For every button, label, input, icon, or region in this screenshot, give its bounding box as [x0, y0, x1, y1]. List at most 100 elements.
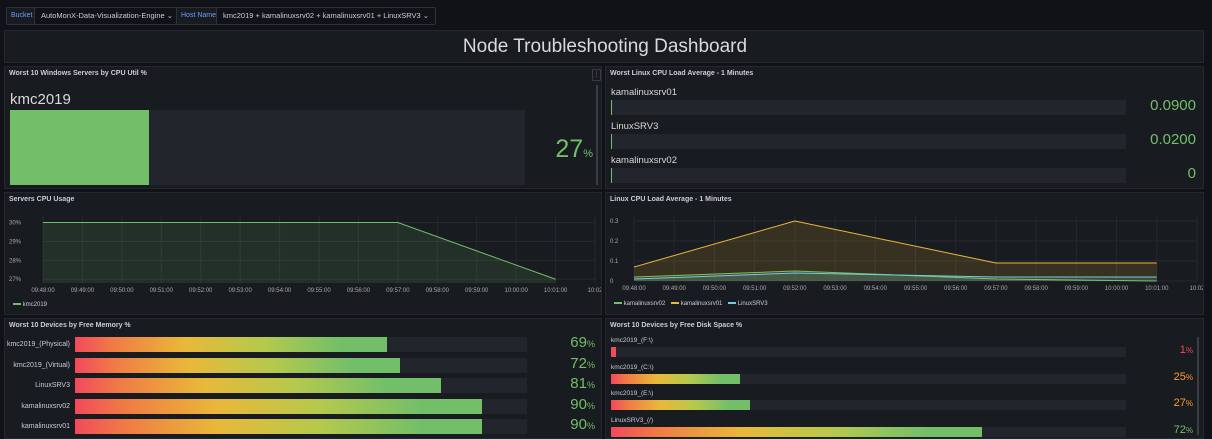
- disk-bar-track: [611, 426, 1126, 437]
- chevron-down-icon: ⌄: [422, 11, 430, 20]
- legend-label: LinuxSRV3: [737, 301, 768, 307]
- x-tick-label: 09:49:00: [71, 288, 95, 294]
- load-value: 0.0200: [1150, 131, 1196, 148]
- disk-bar-track: [611, 400, 1126, 410]
- legend-label: kamalinuxsrv02: [623, 301, 666, 307]
- legend-swatch: [671, 302, 680, 305]
- x-tick-label: 09:48:00: [622, 286, 646, 292]
- memory-unit: %: [586, 339, 595, 349]
- memory-bar-track: [75, 357, 527, 373]
- memory-bar-fill: [75, 419, 482, 434]
- legend-swatch: [614, 302, 622, 305]
- memory-number: 90: [570, 416, 587, 433]
- x-tick-label: 09:57:00: [984, 286, 1008, 292]
- scrollbar[interactable]: [596, 85, 598, 185]
- load-bar-fill: [611, 100, 612, 115]
- load-bar-track: [611, 168, 1126, 183]
- memory-bar-track: [75, 419, 527, 434]
- bucket-label: Bucket: [6, 7, 38, 25]
- x-tick-label: 10:02: [1189, 286, 1204, 292]
- free-disk-panel[interactable]: Worst 10 Devices by Free Disk Space % km…: [605, 318, 1204, 439]
- memory-value: 90%: [530, 396, 595, 413]
- x-tick-label: 10:00:00: [1105, 286, 1129, 292]
- memory-bar-fill: [75, 357, 401, 373]
- load-host-name: LinuxSRV3: [611, 121, 659, 132]
- y-tick-label: 0.2: [610, 239, 619, 245]
- chart-legend: kamalinuxsrv02 kamalinuxsrv01 LinuxSRV3: [614, 301, 768, 307]
- memory-bar-track: [75, 398, 527, 414]
- x-tick-label: 09:51:00: [150, 288, 174, 294]
- panel-title: Worst 10 Windows Servers by CPU Util %: [9, 70, 147, 77]
- servers-cpu-panel[interactable]: Servers CPU Usage 30% 29% 28% 27% 09:48:00 09…: [4, 192, 602, 315]
- gauge-host-name: kmc2019: [10, 91, 71, 108]
- legend-swatch: [728, 302, 737, 305]
- linux-cpu-panel[interactable]: Linux CPU Load Average - 1 Minutes 0.3 0.…: [605, 192, 1204, 315]
- x-tick-label: 09:53:00: [823, 286, 847, 292]
- disk-number: 25: [1173, 370, 1186, 383]
- y-tick-label: 29%: [9, 239, 22, 245]
- load-bar-track: [611, 134, 1126, 149]
- bucket-select[interactable]: AutoMonX-Data-Visualization-Engine ⌄: [34, 7, 181, 25]
- disk-unit: %: [1185, 372, 1193, 382]
- scrollbar[interactable]: [1197, 337, 1199, 435]
- panel-menu-icon[interactable]: ⋮: [592, 69, 601, 81]
- x-tick-label: 10:01:00: [1145, 286, 1169, 292]
- x-tick-label: 09:48:00: [31, 288, 55, 294]
- y-tick-label: 0: [610, 279, 614, 285]
- disk-unit: %: [1185, 346, 1193, 355]
- x-tick-label: 09:56:00: [944, 286, 968, 292]
- x-tick-label: 09:52:00: [783, 286, 807, 292]
- y-tick-label: 0.1: [610, 259, 619, 265]
- y-tick-label: 30%: [9, 221, 22, 227]
- panel-title: Servers CPU Usage: [9, 196, 75, 203]
- y-tick-label: 28%: [9, 258, 22, 264]
- y-tick-label: 27%: [9, 277, 22, 283]
- memory-value: 81%: [530, 375, 595, 392]
- disk-value: 1%: [1131, 344, 1193, 356]
- memory-value: 72%: [530, 355, 595, 372]
- memory-device-name: LinuxSRV3: [35, 382, 70, 389]
- host-select[interactable]: kmc2019 + kamalinuxsrv02 + kamalinuxsrv0…: [216, 7, 437, 25]
- memory-bar-track: [75, 337, 527, 352]
- x-tick-label: 09:52:00: [189, 288, 213, 294]
- gauge-unit: %: [583, 148, 593, 160]
- panel-title: Worst 10 Devices by Free Memory %: [9, 322, 131, 329]
- disk-unit: %: [1185, 399, 1193, 408]
- memory-bar-fill: [75, 398, 482, 414]
- memory-device-name: kmc2019_(Physical): [6, 341, 70, 348]
- legend-label: kamalinuxsrv01: [680, 301, 723, 307]
- x-tick-label: 09:54:00: [268, 288, 292, 294]
- disk-value: 27%: [1131, 397, 1193, 409]
- windows-cpu-panel[interactable]: Worst 10 Windows Servers by CPU Util % ⋮…: [4, 66, 602, 189]
- disk-number: 72: [1173, 423, 1186, 436]
- disk-number: 27: [1173, 397, 1186, 409]
- disk-bar-fill: [611, 400, 751, 410]
- memory-number: 72: [570, 354, 587, 372]
- x-tick-label: 10:02: [587, 288, 602, 294]
- disk-bar-fill: [611, 426, 982, 437]
- load-value: 0: [1187, 165, 1196, 182]
- memory-value: 90%: [530, 416, 595, 433]
- host-value: kmc2019 + kamalinuxsrv02 + kamalinuxsrv0…: [223, 11, 421, 20]
- x-tick-label: 09:49:00: [663, 286, 687, 292]
- free-memory-panel[interactable]: Worst 10 Devices by Free Memory % kmc201…: [4, 318, 602, 439]
- x-tick-label: 09:59:00: [465, 288, 489, 294]
- load-bar-fill: [611, 134, 612, 149]
- memory-unit: %: [586, 400, 595, 411]
- x-tick-label: 09:57:00: [386, 288, 410, 294]
- memory-number: 90: [570, 395, 587, 413]
- disk-bar-track: [611, 347, 1126, 357]
- x-tick-label: 09:54:00: [864, 286, 888, 292]
- bucket-value: AutoMonX-Data-Visualization-Engine: [41, 11, 165, 20]
- memory-number: 69: [570, 334, 587, 351]
- dashboard-title: Node Troubleshooting Dashboard: [462, 36, 748, 57]
- x-tick-label: 09:58:00: [1024, 286, 1048, 292]
- disk-device-name: kmc2019_(F:\): [611, 337, 653, 344]
- x-tick-label: 10:01:00: [544, 288, 568, 294]
- x-tick-label: 09:55:00: [307, 288, 331, 294]
- servers-cpu-chart: 30% 29% 28% 27% 09:48:00 09:49:00 09:50:00 09:5…: [9, 215, 602, 294]
- chart-legend: kmc2019: [13, 302, 47, 308]
- disk-bar-fill: [611, 373, 740, 384]
- linux-load-panel[interactable]: Worst Linux CPU Load Average - 1 Minutes…: [605, 66, 1204, 189]
- disk-bar-fill: [611, 347, 617, 357]
